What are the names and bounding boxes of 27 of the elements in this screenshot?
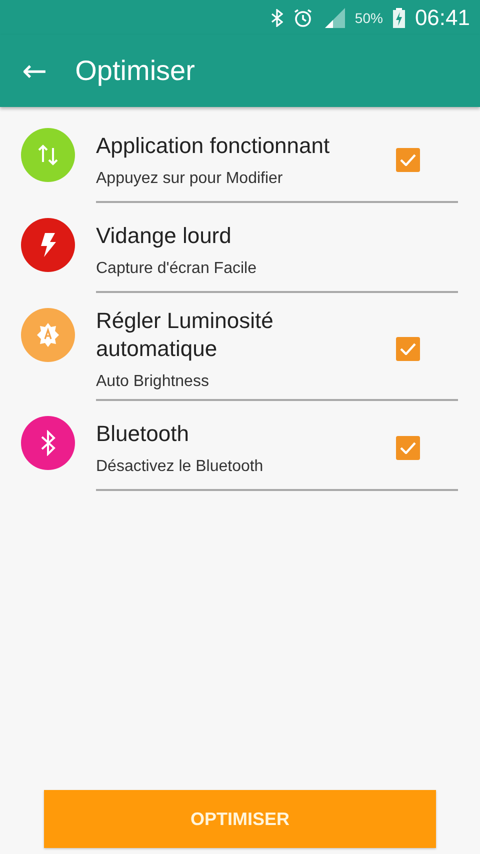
bolt-icon	[39, 232, 57, 258]
battery-charging-icon	[392, 8, 405, 28]
item-title: Bluetooth	[96, 420, 190, 448]
alarm-clock-icon	[292, 8, 313, 28]
item-title: Vidange lourd	[96, 222, 232, 250]
item-subtitle: Désactivez le Bluetooth	[96, 458, 264, 476]
brightness-icon	[35, 322, 61, 348]
battery-percent: 50%	[354, 10, 383, 26]
signal-icon	[322, 8, 345, 28]
checkmark-icon	[400, 343, 416, 355]
checkbox[interactable]	[396, 436, 420, 460]
item-title: Application fonctionnant	[96, 132, 331, 160]
clock-time: 06:41	[414, 4, 470, 30]
item-subtitle: Auto Brightness	[96, 373, 210, 391]
back-button[interactable]: ←	[22, 54, 48, 88]
checkbox[interactable]	[396, 337, 420, 361]
checkbox[interactable]	[396, 148, 420, 172]
bluetooth-icon	[40, 430, 56, 456]
checkmark-icon	[400, 154, 416, 166]
screen-title: Optimiser	[75, 55, 195, 87]
arrows-icon	[37, 142, 59, 168]
item-subtitle: Capture d'écran Facile	[96, 260, 258, 278]
bluetooth-icon	[270, 8, 283, 26]
item-title: Régler Luminosité automatique	[96, 307, 274, 363]
item-subtitle: Appuyez sur pour Modifier	[96, 170, 284, 188]
checkmark-icon	[400, 442, 416, 454]
optimise-button[interactable]: OPTIMISER	[44, 790, 436, 848]
